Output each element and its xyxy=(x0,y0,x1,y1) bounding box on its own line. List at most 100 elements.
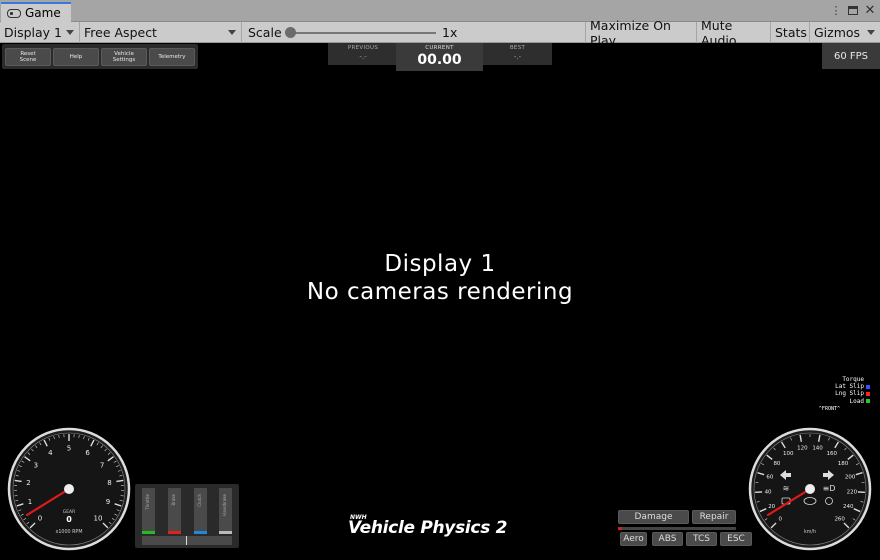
input-bars-panel: Throttle Brake Clutch Handbrake xyxy=(135,484,239,548)
legend-load: Load xyxy=(849,397,864,405)
speedometer-tick-label: 200 xyxy=(845,474,856,480)
lap-current-label: CURRENT xyxy=(425,45,454,51)
tcs-toggle[interactable]: TCS xyxy=(686,532,717,546)
tcs-label: TCS xyxy=(693,534,710,544)
display-dropdown[interactable]: Display 1 xyxy=(0,22,80,43)
game-view: Display 1 No cameras rendering Reset Scen… xyxy=(0,43,880,560)
reset-scene-button[interactable]: Reset Scene xyxy=(5,48,51,66)
no-camera-message: No cameras rendering xyxy=(306,279,574,305)
no-camera-display: Display 1 xyxy=(384,251,496,277)
esc-label: ESC xyxy=(727,534,745,544)
tachometer-tick-label: 4 xyxy=(48,449,53,457)
speedometer-tick-label: 60 xyxy=(766,474,773,480)
lap-best: BEST -.- xyxy=(483,43,552,65)
lap-previous: PREVIOUS -.- xyxy=(328,43,398,65)
reset-scene-label-2: Scene xyxy=(19,57,37,63)
gamepad-icon xyxy=(7,8,21,18)
tab-game-label: Game xyxy=(25,6,61,20)
damage-label: Damage xyxy=(634,512,673,522)
speedometer-tick-label: 140 xyxy=(812,446,823,452)
rpm-unit: x1000 RPM xyxy=(56,529,83,535)
abs-toggle[interactable]: ABS xyxy=(652,532,683,546)
damage-button[interactable]: Damage xyxy=(618,510,689,524)
lap-best-value: -.- xyxy=(513,53,522,61)
aspect-dropdown-label: Free Aspect xyxy=(84,25,157,40)
tachometer-tick-label: 10 xyxy=(94,514,103,522)
repair-label: Repair xyxy=(699,512,729,522)
gizmos-dropdown[interactable]: Gizmos xyxy=(810,22,880,43)
low-beam-icon: ≋ xyxy=(783,484,790,493)
scale-slider-track[interactable] xyxy=(290,32,436,34)
clutch-bar: Clutch xyxy=(194,488,207,534)
tachometer-tick-label: 2 xyxy=(26,479,30,487)
lap-previous-label: PREVIOUS xyxy=(347,45,379,51)
load-swatch xyxy=(866,399,870,404)
chevron-down-icon xyxy=(867,30,875,35)
tachometer-tick-label: 9 xyxy=(106,498,110,506)
tachometer-tick-label: 3 xyxy=(34,461,38,469)
chevron-down-icon xyxy=(66,30,74,35)
game-toolbar: Display 1 Free Aspect Scale 1x Maximize … xyxy=(0,18,880,48)
help-button[interactable]: Help xyxy=(53,48,99,66)
speedometer-tick-label: 120 xyxy=(797,446,808,452)
brake-bar: Brake xyxy=(168,488,181,534)
lap-previous-value: -.- xyxy=(359,53,367,61)
handbrake-label: Handbrake xyxy=(222,494,227,516)
speedometer-tick-label: 220 xyxy=(847,489,858,495)
tachometer-tick-label: 0 xyxy=(38,514,42,522)
lap-best-label: BEST xyxy=(509,45,526,51)
logo-title: Vehicle Physics 2 xyxy=(348,518,508,538)
chevron-down-icon xyxy=(228,30,236,35)
high-beam-icon: ≡D xyxy=(823,484,836,493)
scale-label: Scale xyxy=(248,25,282,40)
speedometer-tick-label: 260 xyxy=(834,517,845,523)
display-dropdown-label: Display 1 xyxy=(4,25,63,40)
speedometer-tick-label: 40 xyxy=(765,489,772,495)
legend-front: ^FRONT^ xyxy=(818,405,840,412)
scale-value: 1x xyxy=(442,25,458,40)
tachometer-tick-label: 8 xyxy=(107,479,111,487)
gizmos-label: Gizmos xyxy=(814,25,861,40)
lap-current: CURRENT 00.00 xyxy=(396,43,483,71)
clutch-label: Clutch xyxy=(197,494,202,507)
tachometer-tick-label: 6 xyxy=(85,449,90,457)
tachometer-tick-label: 5 xyxy=(67,444,71,452)
aspect-dropdown[interactable]: Free Aspect xyxy=(80,22,242,43)
speedometer-tick-label: 80 xyxy=(773,461,780,467)
tachometer-tick-label: 1 xyxy=(28,498,32,506)
tachometer: 012345678910 GEAR 0 x1000 RPM xyxy=(7,427,131,551)
telemetry-button[interactable]: Telemetry xyxy=(149,48,195,66)
handbrake-bar: Handbrake xyxy=(219,488,232,534)
tachometer-hub xyxy=(64,484,74,494)
vertical-dots-icon[interactable]: ⋮ xyxy=(830,4,842,17)
maximize-on-play-toggle[interactable]: Maximize On Play xyxy=(586,18,697,48)
tab-game[interactable]: Game xyxy=(1,2,71,22)
damage-bar xyxy=(618,527,736,530)
tachometer-tick-label: 7 xyxy=(100,461,104,469)
vehicle-settings-button[interactable]: Vehicle Settings xyxy=(101,48,147,66)
vehicle-settings-label-2: Settings xyxy=(112,57,136,63)
aero-label: Aero xyxy=(623,534,644,544)
throttle-label: Throttle xyxy=(145,494,150,510)
speedometer-tick-label: 160 xyxy=(826,451,837,457)
close-icon[interactable]: ✕ xyxy=(864,3,876,18)
legend-lng-slip: Lng Slip xyxy=(835,390,864,398)
speedometer-tick-label: 20 xyxy=(768,504,775,510)
abs-label: ABS xyxy=(658,534,677,544)
mute-audio-toggle[interactable]: Mute Audio xyxy=(697,18,771,48)
damage-bar-fill xyxy=(618,527,622,530)
help-label: Help xyxy=(69,54,83,60)
telemetry-legend: Torque Lat Slip Lng Slip Load ^FRONT^ xyxy=(790,376,870,413)
hud-button-panel: Reset Scene Help Vehicle Settings Telemetr… xyxy=(2,44,198,69)
aero-toggle[interactable]: Aero xyxy=(620,532,647,546)
maximize-icon[interactable] xyxy=(848,6,858,15)
stats-toggle[interactable]: Stats xyxy=(771,22,810,43)
speedometer-tick-label: 240 xyxy=(843,504,854,510)
scale-slider-handle[interactable] xyxy=(285,27,296,38)
repair-button[interactable]: Repair xyxy=(692,510,736,524)
gear-value: 0 xyxy=(66,515,72,524)
speed-unit: km/h xyxy=(804,529,816,535)
throttle-bar: Throttle xyxy=(142,488,155,534)
fps-counter: 60 FPS xyxy=(822,43,880,69)
speedometer-tick-label: 100 xyxy=(783,451,794,457)
